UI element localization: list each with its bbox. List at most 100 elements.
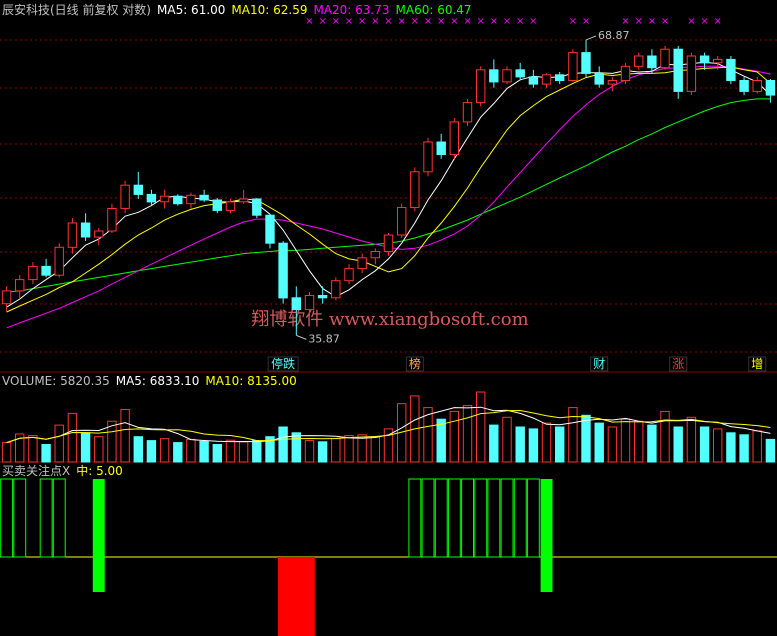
candle-19 (252, 198, 262, 219)
top-marker: × (358, 16, 366, 27)
candle-20 (265, 214, 275, 249)
candle-47 (620, 62, 631, 85)
top-marker: × (582, 16, 590, 27)
event-tag-2: 财 (590, 356, 609, 372)
candle-27 (357, 253, 367, 273)
top-marker: × (648, 16, 656, 27)
candle-12 (159, 189, 170, 209)
candle-42 (555, 71, 565, 85)
candle-38 (502, 66, 512, 85)
volume-bar-up (568, 407, 578, 463)
volume-bar-up (449, 410, 460, 463)
candle-body-up (28, 265, 38, 281)
candle-45 (594, 66, 604, 88)
volume-bar-down (199, 440, 209, 463)
candle-body-down (317, 295, 328, 299)
candle-body-down (726, 58, 736, 82)
volume-bar-up (120, 409, 130, 463)
volume-bar-down (515, 426, 525, 463)
candle-25 (331, 277, 341, 301)
candle-56 (739, 76, 749, 96)
volume-bar-up (476, 391, 486, 463)
candle-body-up (620, 65, 631, 82)
volume-bar-down (278, 426, 288, 463)
candle-body-up (541, 74, 552, 85)
top-markers: × × × × × × × × × × × × × × × × × × × × × × × × × × × (305, 16, 722, 27)
event-tag-text: 涨 (672, 356, 684, 371)
volume-bar-down (436, 418, 446, 463)
volume-bar-up (634, 420, 644, 463)
signal-bar-outline (39, 478, 53, 558)
candle-36 (476, 66, 486, 107)
candle-33 (436, 133, 446, 159)
signal-bar-outline (513, 478, 527, 558)
candle-48 (634, 52, 644, 70)
candle-46 (607, 76, 618, 92)
volume-bar-up (541, 422, 552, 463)
volume-bar-up (502, 416, 512, 463)
top-marker: × (714, 16, 722, 27)
event-tags: 停跌 榜 财 涨 增 (267, 356, 767, 372)
candle-body-up (686, 55, 697, 92)
candle-body-up (225, 201, 236, 211)
indicator-title: 买卖关注点X (2, 464, 71, 478)
signal-bar-outline (474, 478, 488, 558)
candle-41 (541, 73, 552, 88)
volume-bar-up (686, 416, 697, 463)
candle-body-up (357, 257, 367, 270)
top-marker: × (318, 16, 326, 27)
ma20-label: MA20: 63.73 (313, 3, 390, 17)
candle-35 (462, 98, 473, 126)
signal-bar-outline (500, 478, 514, 558)
candle-body-up (107, 208, 117, 232)
volume-bar-down (555, 426, 565, 463)
volume-bar-down (291, 432, 302, 463)
candle-body-down (528, 76, 539, 85)
watermark: 翔博软件 www.xiangbosoft.com (251, 309, 528, 330)
candle-body-up (410, 171, 420, 209)
candle-5 (67, 218, 78, 254)
top-marker: × (503, 16, 511, 27)
candle-body-up (67, 222, 78, 248)
candle-4 (54, 243, 64, 278)
volume-bar-down (673, 426, 683, 463)
event-tag-3: 涨 (669, 356, 688, 372)
candle-body-up (120, 184, 130, 209)
top-marker: × (411, 16, 419, 27)
signal-bar-outline (52, 478, 66, 558)
candle-body-down (80, 222, 91, 238)
top-marker: × (635, 16, 643, 27)
volume-bar-down (581, 414, 591, 463)
candle-34 (449, 117, 460, 159)
candle-body-down (489, 69, 499, 83)
candle-21 (278, 241, 288, 304)
candle-30 (397, 203, 407, 239)
volume-bar-up (344, 435, 354, 463)
high-price-pointer (585, 35, 597, 41)
volume-bar-down (699, 426, 710, 463)
indicator-mid-label: 中: 5.00 (76, 464, 123, 478)
volume-bar-down (647, 424, 657, 463)
volume-bar-up (752, 430, 762, 463)
signal-bar-solid-green (92, 479, 105, 592)
volume-bars (1, 391, 776, 463)
candle-body-up (1, 290, 12, 305)
stock-title: 辰安科技(日线 前复权 对数) (2, 3, 151, 17)
volume-bar-down (212, 444, 223, 463)
candle-37 (489, 59, 499, 88)
candlestick-series (1, 39, 776, 336)
candle-51 (673, 45, 683, 99)
candle-body-down (647, 55, 657, 69)
volume-bar-up (357, 434, 367, 463)
volume-bar-down (146, 440, 157, 463)
candle-body-down (515, 69, 525, 78)
volume-bar-down (80, 432, 91, 463)
low-price-label: 35.87 (308, 332, 340, 345)
candle-24 (317, 286, 328, 304)
volume-ma5-label: MA5: 6833.10 (115, 374, 200, 388)
candle-body-up (370, 251, 381, 259)
candle-body-up (462, 102, 473, 123)
candle-39 (515, 62, 525, 81)
volume-bar-up (331, 438, 341, 463)
volume-bar-up (1, 442, 12, 463)
